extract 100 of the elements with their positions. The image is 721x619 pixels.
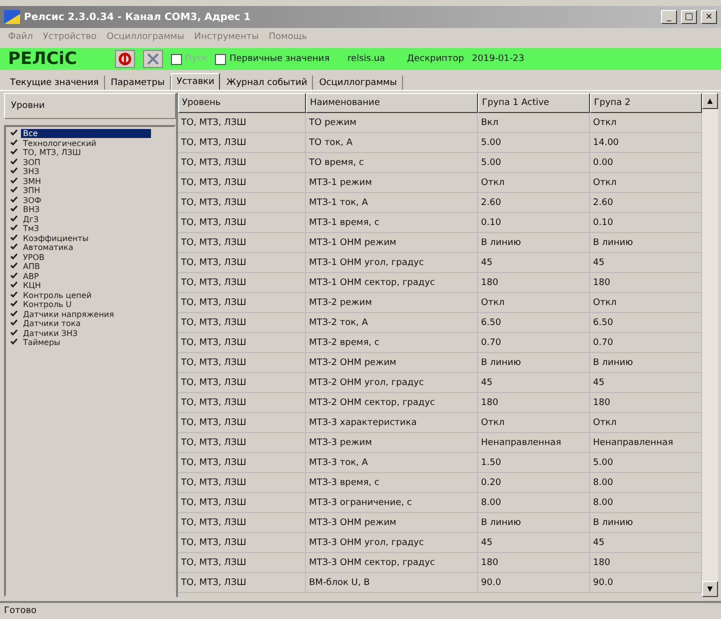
table-cell: ТО, МТЗ, ЛЗШ: [178, 133, 306, 153]
table-cell: ТО, МТЗ, ЛЗШ: [178, 473, 306, 493]
level-item[interactable]: КЦН: [21, 281, 43, 290]
check-icon[interactable]: [10, 129, 18, 136]
table-cell: 0.70: [478, 333, 590, 353]
table-cell: 0.20: [478, 473, 590, 493]
level-item[interactable]: Датчики напряжения: [21, 310, 116, 319]
check-icon[interactable]: [10, 196, 18, 203]
level-item[interactable]: ЗОФ: [21, 196, 44, 205]
check-icon[interactable]: [10, 243, 18, 250]
table-cell: 180: [478, 393, 590, 413]
level-item[interactable]: Контроль U: [21, 300, 74, 310]
check-icon[interactable]: [10, 300, 18, 308]
column-header[interactable]: Уровень: [178, 93, 306, 113]
level-item[interactable]: ЗМН: [21, 176, 44, 186]
table-cell: ТО режим: [306, 113, 478, 133]
table-cell: ТО, МТЗ, ЛЗШ: [178, 433, 306, 453]
table-cell: ТО, МТЗ, ЛЗШ: [178, 113, 306, 133]
table-cell: ТО, МТЗ, ЛЗШ: [178, 553, 306, 573]
check-icon[interactable]: [10, 290, 18, 298]
check-icon[interactable]: [10, 272, 18, 279]
check-icon[interactable]: [10, 310, 18, 317]
check-icon[interactable]: [10, 319, 18, 326]
table-cell: 180: [478, 273, 590, 293]
table-cell: МТЗ-1 режим: [306, 173, 478, 193]
level-item[interactable]: Контроль цепей: [21, 290, 94, 300]
table-cell: 2.60: [478, 193, 590, 213]
table-cell: ТО, МТЗ, ЛЗШ: [178, 573, 306, 593]
table-cell: МТЗ-3 характеристика: [306, 413, 478, 433]
check-icon[interactable]: [10, 262, 18, 270]
level-item[interactable]: Датчики ЗНЗ: [21, 328, 80, 338]
disconnect-button[interactable]: [142, 50, 163, 68]
check-icon[interactable]: [10, 167, 18, 174]
window-control-button[interactable]: □: [681, 10, 697, 24]
connect-button[interactable]: [114, 50, 135, 68]
app-icon: [4, 10, 20, 24]
column-header[interactable]: Наименование: [306, 93, 478, 113]
table-cell: МТЗ-2 ОНМ угол, градус: [306, 373, 478, 393]
website-link[interactable]: relsis.ua: [348, 54, 386, 64]
level-item[interactable]: ТО, МТЗ, ЛЗШ: [21, 148, 83, 158]
table-cell: ТО, МТЗ, ЛЗШ: [178, 233, 306, 253]
table-cell: В линию: [478, 513, 590, 533]
table-cell: 8.00: [478, 493, 590, 513]
level-item[interactable]: Коэффициенты: [21, 234, 91, 243]
table-cell: ТО, МТЗ, ЛЗШ: [178, 293, 306, 313]
check-icon[interactable]: [10, 252, 18, 260]
window-title: Релсис 2.3.0.34 - Канал COM3, Адрес 1: [24, 12, 252, 22]
check-icon[interactable]: [10, 224, 18, 232]
level-item[interactable]: ЗОП: [21, 158, 42, 167]
tab[interactable]: Уставки: [170, 73, 220, 90]
table-cell: 180: [478, 553, 590, 573]
level-item[interactable]: ДгЗ: [21, 214, 41, 224]
column-header[interactable]: Група 2: [590, 93, 702, 113]
level-item[interactable]: АВР: [21, 272, 41, 281]
level-item[interactable]: АПВ: [21, 262, 42, 272]
table-cell: МТЗ-2 режим: [306, 293, 478, 313]
level-item[interactable]: Датчики тока: [21, 319, 83, 328]
table-cell: Откл: [478, 293, 590, 313]
table-cell: МТЗ-3 ОНМ угол, градус: [306, 533, 478, 553]
check-icon[interactable]: [10, 138, 18, 146]
descriptor-label: Дескриптор: [407, 54, 464, 64]
level-item[interactable]: Все: [21, 129, 151, 138]
level-item[interactable]: Таймеры: [21, 338, 62, 348]
level-item[interactable]: ЗПН: [21, 186, 42, 196]
window-control-button[interactable]: ×: [701, 10, 717, 24]
level-item[interactable]: ТмЗ: [21, 224, 42, 234]
table-cell: В линию: [478, 353, 590, 373]
table-cell: Ненаправленная: [478, 433, 590, 453]
table-cell: 45: [478, 253, 590, 273]
cross-icon: [146, 53, 159, 65]
table-cell: Вкл: [478, 113, 590, 133]
table-cell: ТО время, с: [306, 153, 478, 173]
check-icon[interactable]: [10, 176, 18, 184]
level-item[interactable]: Автоматика: [21, 243, 76, 252]
check-icon[interactable]: [10, 214, 18, 222]
table-cell: МТЗ-1 ОНМ сектор, градус: [306, 273, 478, 293]
table-cell: МТЗ-2 время, с: [306, 333, 478, 353]
check-icon[interactable]: [10, 328, 18, 336]
check-icon[interactable]: [10, 205, 18, 212]
check-icon[interactable]: [10, 234, 18, 241]
check-icon[interactable]: [10, 186, 18, 194]
window-control-button[interactable]: _: [661, 10, 677, 24]
level-item[interactable]: ЗНЗ: [21, 167, 42, 176]
check-icon[interactable]: [10, 338, 18, 346]
table-cell: 6.50: [478, 313, 590, 333]
table-cell: ТО, МТЗ, ЛЗШ: [178, 373, 306, 393]
column-header[interactable]: Група 1 Active: [478, 93, 590, 113]
logo: РЕЛСіС: [8, 49, 77, 69]
table-cell: ТО, МТЗ, ЛЗШ: [178, 253, 306, 273]
level-item[interactable]: ВНЗ: [21, 205, 42, 214]
check-icon[interactable]: [10, 281, 18, 288]
check-icon[interactable]: [10, 148, 18, 156]
check-icon[interactable]: [10, 158, 18, 165]
primary-values-checkbox[interactable]: Первичные значения: [215, 54, 330, 64]
level-item[interactable]: Технологический: [21, 138, 98, 148]
table-cell: ТО, МТЗ, ЛЗШ: [178, 213, 306, 233]
table-cell: МТЗ-3 ток, А: [306, 453, 478, 473]
descriptor-value: 2019-01-23: [472, 54, 524, 64]
level-item[interactable]: УРОВ: [21, 252, 46, 262]
table-cell: МТЗ-3 ОНМ сектор, градус: [306, 553, 478, 573]
